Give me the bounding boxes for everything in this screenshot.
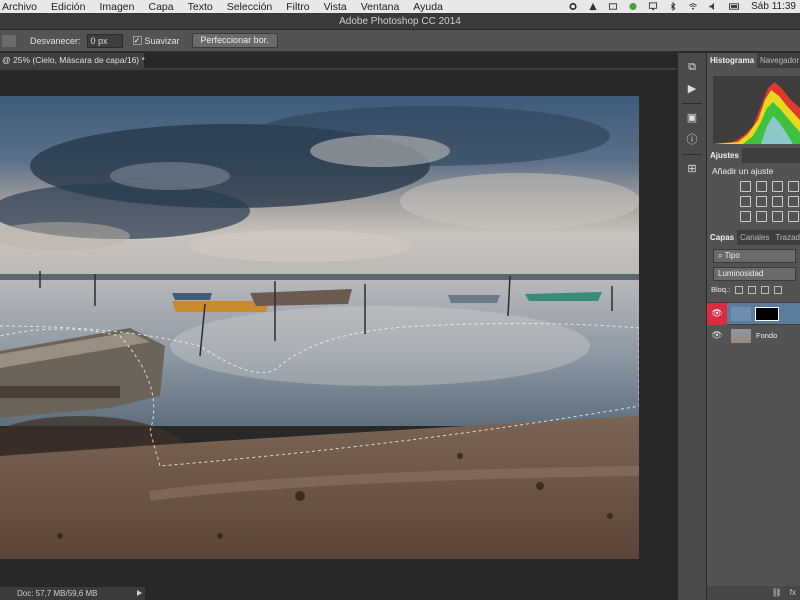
document-area: @ 25% (Cielo, Máscara de capa/16) * bbox=[0, 53, 677, 600]
lagoon-photo bbox=[0, 96, 639, 559]
menu-ventana[interactable]: Ventana bbox=[354, 1, 407, 13]
menu-archivo[interactable]: Archivo bbox=[0, 1, 44, 13]
layer-filter-dropdown[interactable]: ⌕ Tipo bbox=[713, 249, 796, 263]
tab-navegador[interactable]: Navegador bbox=[757, 53, 800, 68]
layer-filter-value: Tipo bbox=[724, 251, 740, 260]
link-icon[interactable]: ⛓ bbox=[772, 586, 782, 600]
visibility-eye-icon[interactable]: 👁 bbox=[707, 325, 727, 347]
transfer-icon[interactable] bbox=[608, 2, 618, 11]
menu-seleccion[interactable]: Selección bbox=[220, 1, 280, 13]
lock-label: Bloq.: bbox=[711, 285, 731, 294]
right-panels: Histograma Navegador Ajustes Añadir un a… bbox=[707, 53, 800, 600]
search-icon: ⌕ bbox=[718, 251, 723, 260]
window-title: Adobe Photoshop CC 2014 bbox=[0, 13, 800, 30]
menu-imagen[interactable]: Imagen bbox=[92, 1, 141, 13]
curves-icon[interactable] bbox=[772, 181, 783, 192]
adjustment-row-2 bbox=[707, 194, 800, 209]
fx-icon[interactable]: fx bbox=[790, 586, 796, 600]
status-bar: Doc: 57,7 MB/59,6 MB bbox=[0, 587, 145, 600]
bluetooth-icon[interactable] bbox=[668, 2, 678, 11]
tab-trazados[interactable]: Trazados bbox=[772, 230, 800, 245]
antialias-label: Suavizar bbox=[144, 35, 180, 46]
tab-canales[interactable]: Canales bbox=[737, 230, 772, 245]
info-icon[interactable]: ⓘ bbox=[684, 132, 700, 148]
menu-edicion[interactable]: Edición bbox=[44, 1, 92, 13]
lock-pixels-icon[interactable] bbox=[748, 285, 757, 294]
doc-size[interactable]: Doc: 57,7 MB/59,6 MB bbox=[17, 589, 97, 598]
histogram-tabs: Histograma Navegador bbox=[707, 53, 800, 68]
lock-row: Bloq.: bbox=[707, 281, 800, 298]
history-icon[interactable]: ⧉ bbox=[684, 59, 700, 75]
volume-icon[interactable] bbox=[708, 2, 718, 11]
black-white-icon[interactable] bbox=[788, 196, 799, 207]
options-bar: Desvanecer: 0 px ✓ Suavizar Perfeccionar… bbox=[0, 30, 800, 52]
tab-ajustes[interactable]: Ajustes bbox=[707, 148, 742, 163]
record-icon[interactable] bbox=[568, 2, 578, 11]
histogram-chart bbox=[713, 82, 800, 144]
lock-all-icon[interactable] bbox=[774, 285, 783, 294]
brightness-icon[interactable] bbox=[740, 181, 751, 192]
wifi-icon[interactable] bbox=[688, 2, 698, 11]
status-arrow-icon[interactable] bbox=[137, 590, 142, 596]
menu-capa[interactable]: Capa bbox=[142, 1, 181, 13]
lock-position-icon[interactable] bbox=[761, 285, 770, 294]
layers-tabs: Capas Canales Trazados bbox=[707, 230, 800, 245]
color-balance-icon[interactable] bbox=[772, 196, 783, 207]
clone-source-icon[interactable]: ⊞ bbox=[684, 161, 700, 177]
status-menu-extras: Sáb 11:39 bbox=[568, 1, 800, 12]
add-adjustment-title: Añadir un ajuste bbox=[712, 166, 774, 176]
layer-thumbnail bbox=[731, 328, 751, 343]
feather-input[interactable]: 0 px bbox=[86, 33, 123, 48]
adjustments-tabs: Ajustes bbox=[707, 148, 800, 163]
menu-texto[interactable]: Texto bbox=[181, 1, 220, 13]
gradient-map-icon[interactable] bbox=[788, 211, 799, 222]
adjustment-row-1 bbox=[707, 179, 800, 194]
menu-ayuda[interactable]: Ayuda bbox=[406, 1, 450, 13]
antialias-checkbox[interactable]: ✓ Suavizar bbox=[132, 35, 180, 46]
properties-icon[interactable]: ▣ bbox=[684, 110, 700, 126]
strip-separator bbox=[682, 154, 702, 155]
adjustment-layer-thumbnail bbox=[731, 306, 751, 321]
layer-mask-thumbnail[interactable] bbox=[755, 306, 779, 321]
layer-row-fondo[interactable]: 👁 Fondo bbox=[707, 324, 800, 346]
invert-icon[interactable] bbox=[740, 211, 751, 222]
levels-icon[interactable] bbox=[756, 181, 767, 192]
menu-filtro[interactable]: Filtro bbox=[279, 1, 316, 13]
blend-mode-dropdown[interactable]: Luminosidad bbox=[713, 267, 796, 281]
adobe-icon[interactable] bbox=[588, 2, 598, 11]
image-canvas[interactable] bbox=[0, 96, 639, 559]
posterize-icon[interactable] bbox=[756, 211, 767, 222]
document-tab[interactable]: @ 25% (Cielo, Máscara de capa/16) * bbox=[0, 53, 145, 68]
lock-transparent-icon[interactable] bbox=[735, 285, 744, 294]
strip-separator bbox=[682, 103, 702, 104]
checkmark-icon[interactable]: ✓ bbox=[132, 36, 142, 45]
visibility-eye-icon[interactable]: 👁 bbox=[707, 302, 727, 325]
menu-vista[interactable]: Vista bbox=[317, 1, 354, 13]
adjustment-row-3 bbox=[707, 209, 800, 224]
histogram-graph bbox=[713, 76, 800, 144]
mac-menubar: Archivo Edición Imagen Capa Texto Selecc… bbox=[0, 0, 800, 13]
panel-icon-strip: ⧉ ▶ ▣ ⓘ ⊞ bbox=[677, 53, 707, 600]
feather-label: Desvanecer: bbox=[30, 35, 81, 46]
vibrance-icon[interactable] bbox=[740, 196, 751, 207]
histogram-panel bbox=[707, 68, 800, 148]
layer-row-cielo[interactable]: 👁 bbox=[707, 302, 800, 325]
layers-bottom-bar: ⛓ fx bbox=[707, 586, 800, 600]
exposure-icon[interactable] bbox=[788, 181, 799, 192]
leaf-icon[interactable] bbox=[628, 2, 638, 11]
hue-saturation-icon[interactable] bbox=[756, 196, 767, 207]
play-action-icon[interactable]: ▶ bbox=[684, 81, 700, 97]
threshold-icon[interactable] bbox=[772, 211, 783, 222]
document-tab-strip bbox=[0, 68, 677, 70]
tab-capas[interactable]: Capas bbox=[707, 230, 738, 245]
display-icon[interactable] bbox=[648, 2, 658, 11]
menubar-clock[interactable]: Sáb 11:39 bbox=[751, 1, 796, 12]
layer-name[interactable]: Fondo bbox=[756, 331, 777, 340]
battery-icon[interactable] bbox=[728, 2, 741, 11]
tab-histograma[interactable]: Histograma bbox=[707, 53, 758, 68]
selection-mode-icon[interactable] bbox=[2, 34, 16, 47]
refine-edge-button[interactable]: Perfeccionar bor. bbox=[191, 33, 278, 48]
